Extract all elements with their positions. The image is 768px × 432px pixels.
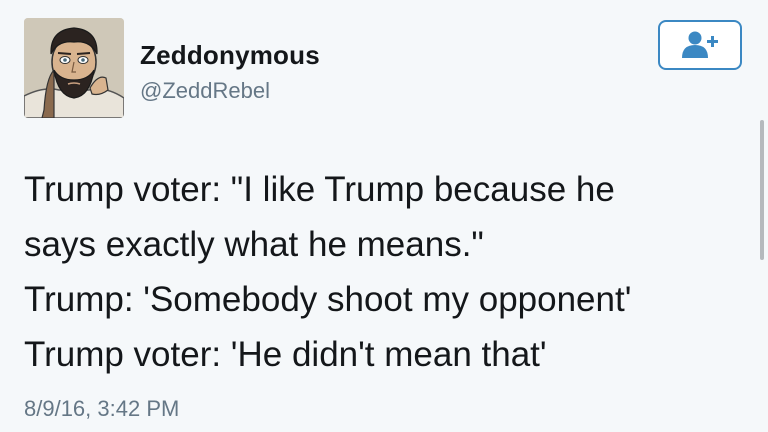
tweet-line: Trump: 'Somebody shoot my opponent'	[24, 280, 632, 319]
tweet-line: Trump voter: 'He didn't mean that'	[24, 335, 547, 374]
follow-button[interactable]	[658, 20, 742, 70]
display-name[interactable]: Zeddonymous	[140, 40, 320, 71]
tweet-text: Trump voter: "I like Trump because he sa…	[24, 162, 744, 382]
avatar-illustration	[24, 18, 124, 118]
user-handle[interactable]: @ZeddRebel	[140, 78, 270, 104]
tweet-line: says exactly what he means."	[24, 225, 484, 264]
add-user-icon	[682, 31, 718, 58]
avatar[interactable]	[24, 18, 124, 118]
tweet-line: Trump voter: "I like Trump because he	[24, 170, 615, 209]
scrollbar[interactable]	[760, 120, 764, 260]
tweet-card: Zeddonymous @ZeddRebel Trump voter: "I l…	[0, 0, 768, 432]
tweet-timestamp[interactable]: 8/9/16, 3:42 PM	[24, 396, 179, 422]
